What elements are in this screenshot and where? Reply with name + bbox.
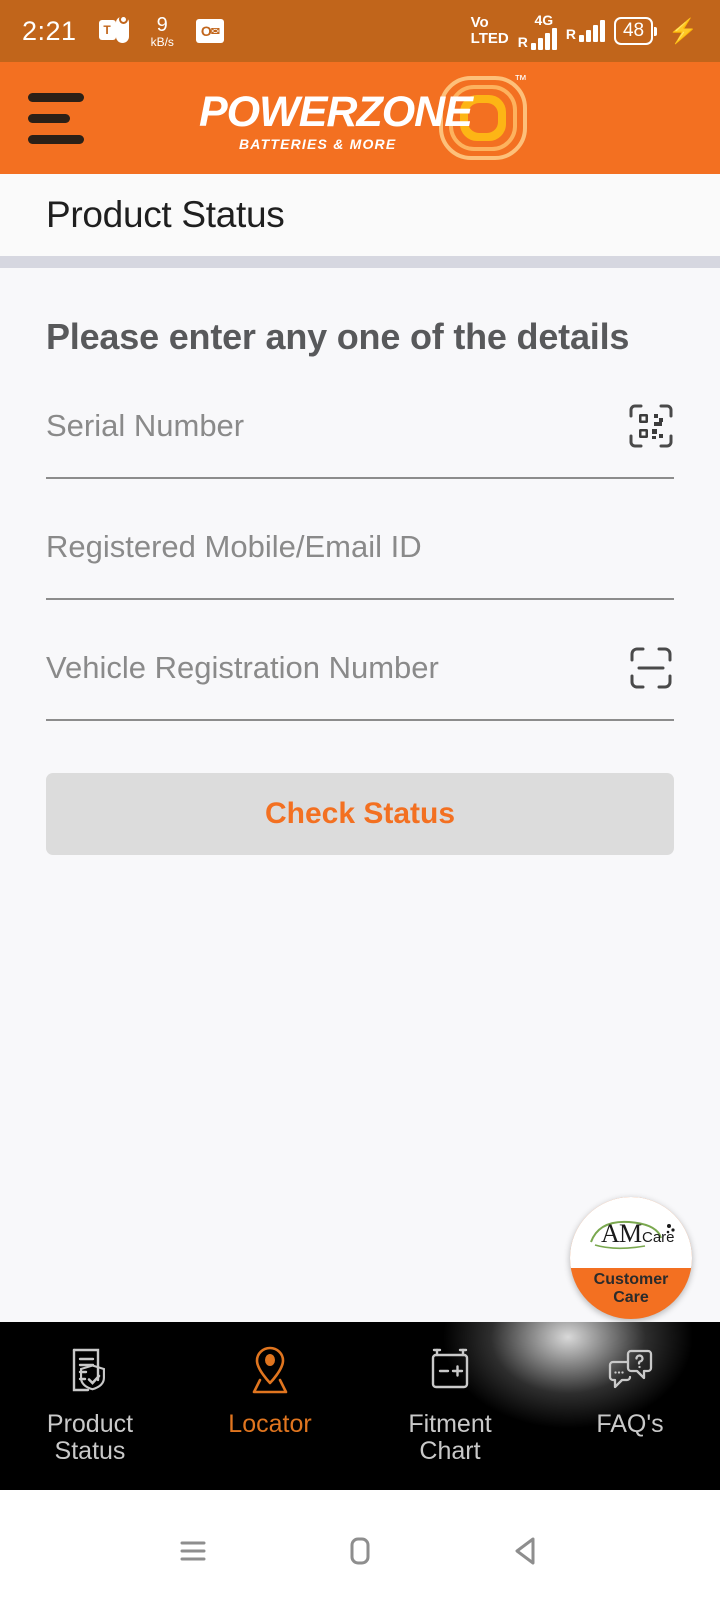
logo-wordmark: POWERZONE [199, 88, 473, 137]
status-bar-clock: 2:21 [22, 15, 77, 46]
status-bar-right: Vo LTED R 4G R 48 ⚡ [471, 12, 698, 50]
system-status-bar: 2:21 T 9 kB/s O ✉ Vo LTED R 4G R 48 ⚡ [0, 0, 720, 62]
recents-icon[interactable] [171, 1529, 215, 1573]
svg-text:Care: Care [642, 1229, 675, 1246]
app-header: ™ POWERZONE BATTERIES & MORE [0, 62, 720, 174]
sim2-signal-indicator: R [566, 20, 605, 42]
nav-item-product-status[interactable]: Product Status [0, 1342, 180, 1465]
android-navigation-bar [0, 1490, 720, 1612]
nav-label-line1: Product [46, 1410, 134, 1438]
nav-label-line2: Chart [419, 1437, 481, 1465]
sim1-roaming-label: R [517, 34, 528, 50]
sim2-roaming-label: R [565, 26, 576, 42]
section-divider [0, 256, 720, 268]
qr-code-scan-icon[interactable] [628, 403, 674, 449]
sim1-signal-indicator: R 4G [518, 12, 557, 50]
network-speed-unit: kB/s [150, 34, 174, 49]
app-screen: 2:21 T 9 kB/s O ✉ Vo LTED R 4G R 48 ⚡ ™ … [0, 0, 720, 1612]
sim2-signal-bars [578, 20, 605, 42]
serial-number-input[interactable] [46, 407, 674, 444]
battery-icon [431, 1348, 469, 1389]
vehicle-registration-number-field[interactable] [46, 616, 674, 722]
svg-text:M: M [619, 1219, 642, 1248]
serial-number-field[interactable] [46, 374, 674, 480]
check-status-button[interactable]: Check Status [46, 773, 674, 856]
nav-item-locator[interactable]: Locator [180, 1342, 360, 1438]
nav-item-faqs[interactable]: FAQ's [540, 1342, 720, 1438]
nav-label-line2: Status [54, 1437, 126, 1465]
back-icon[interactable] [505, 1529, 549, 1573]
sim1-network-label: 4G [534, 12, 554, 28]
document-shield-check-icon [72, 1348, 105, 1392]
network-speed-value: 9 [156, 13, 168, 36]
nav-label-line1: Fitment [408, 1410, 492, 1438]
powerzone-logo: ™ POWERZONE BATTERIES & MORE [195, 70, 527, 166]
nav-label-faqs: FAQ's [596, 1411, 663, 1438]
amcare-logo: A M Care [570, 1197, 692, 1268]
svg-text:A: A [601, 1219, 620, 1248]
registered-mobile-email-field[interactable] [46, 495, 674, 601]
bottom-navigation-bar: Product Status Locator Fitment Chart FAQ… [0, 1322, 720, 1490]
nav-item-fitment-chart[interactable]: Fitment Chart [360, 1342, 540, 1465]
charging-bolt-icon: ⚡ [668, 17, 698, 45]
customer-care-label: Customer Care [570, 1268, 692, 1319]
form-heading: Please enter any one of the details [46, 316, 630, 357]
vehicle-registration-number-input[interactable] [46, 649, 674, 686]
logo-word-zone: ZONE [356, 88, 472, 136]
sim1-signal-bars [530, 28, 557, 50]
customer-care-button[interactable]: A M Care Customer Care [570, 1197, 692, 1319]
page-title: Product Status [46, 194, 285, 235]
logo-tagline: BATTERIES & MORE [239, 136, 397, 152]
nav-label-locator: Locator [228, 1411, 311, 1438]
nav-label-line1: Locator [228, 1410, 312, 1438]
logo-trademark: ™ [514, 72, 527, 87]
battery-level: 48 [613, 17, 654, 45]
page-title-bar: Product Status [0, 174, 720, 256]
battery-tip [654, 26, 658, 36]
customer-care-label-line2: Care [613, 1288, 649, 1306]
home-icon[interactable] [338, 1529, 382, 1573]
amcare-logo-icon: A M Care [590, 1219, 675, 1250]
microsoft-teams-icon: T [98, 15, 129, 45]
chat-question-icon [608, 1349, 653, 1389]
outlook-icon: O ✉ [195, 19, 224, 43]
volte-icon: Vo LTED [471, 15, 509, 47]
customer-care-label-line1: Customer [593, 1270, 669, 1288]
logo-word-power: POWER [199, 88, 357, 136]
status-bar-left: 2:21 T 9 kB/s O ✉ [22, 15, 224, 48]
nav-label-line1: FAQ's [596, 1410, 664, 1438]
hamburger-menu-icon[interactable] [28, 92, 84, 144]
battery-indicator: 48 [613, 17, 658, 45]
main-content: Please enter any one of the details Seri… [0, 268, 720, 1327]
nav-label-product-status: Product Status [47, 1411, 133, 1465]
text-scan-icon[interactable] [628, 645, 674, 691]
volte-line-2: LTED [470, 30, 509, 47]
volte-line-1: Vo [470, 14, 489, 32]
nav-label-fitment-chart: Fitment Chart [408, 1411, 491, 1465]
map-pin-icon [252, 1346, 288, 1394]
registered-mobile-email-input[interactable] [46, 528, 674, 565]
network-speed-indicator: 9 kB/s [151, 15, 174, 48]
